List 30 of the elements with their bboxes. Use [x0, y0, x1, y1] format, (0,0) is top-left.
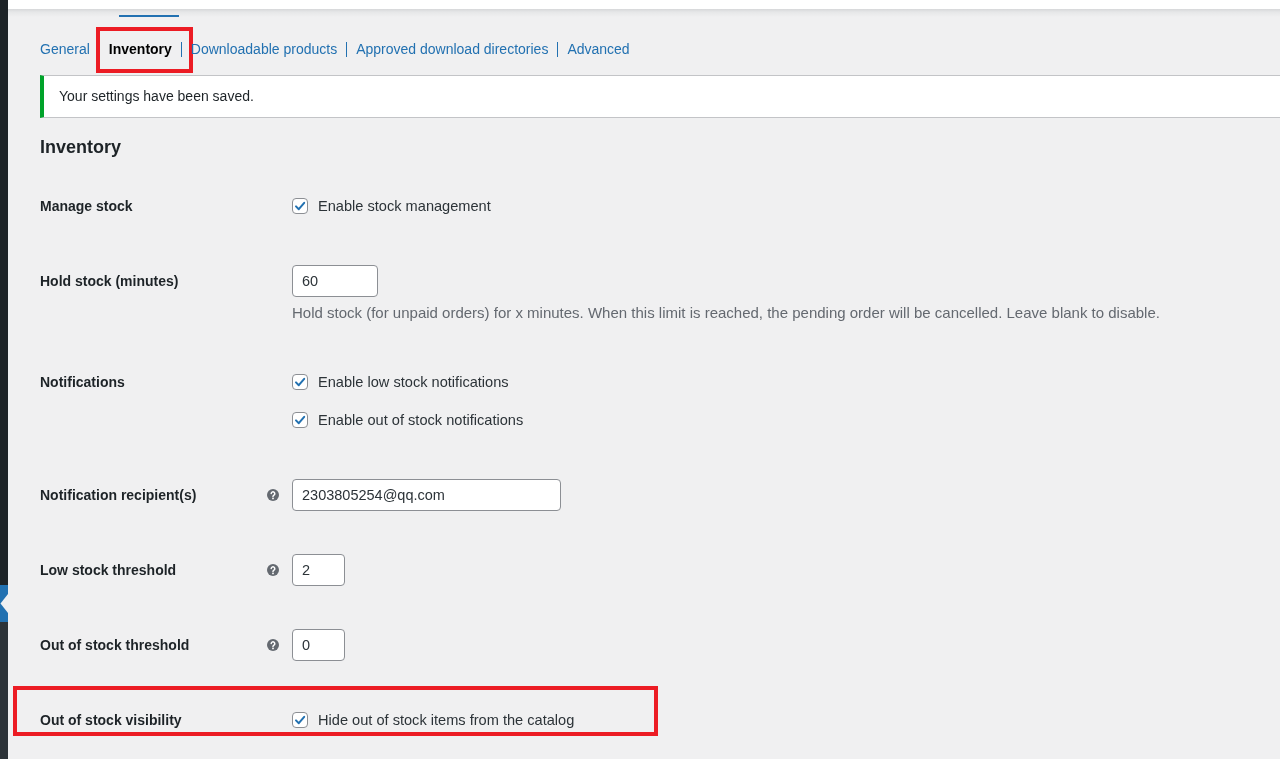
checkbox[interactable] [292, 198, 308, 214]
field-label: Manage stock [40, 198, 133, 214]
checkbox-label: Enable stock management [318, 198, 491, 214]
text-input[interactable]: 2303805254@qq.com [292, 479, 561, 511]
field-label: Low stock threshold [40, 562, 177, 578]
field-label: Out of stock threshold [40, 637, 190, 653]
help-icon[interactable] [267, 639, 279, 651]
text-input[interactable]: 2 [292, 554, 345, 586]
text-input[interactable]: 0 [292, 629, 345, 661]
settings-tab[interactable]: General [40, 40, 90, 58]
settings-tab[interactable]: Approved download directories [356, 40, 549, 58]
section-heading: Inventory [40, 136, 123, 159]
checkbox-label: Enable low stock notifications [318, 374, 509, 390]
notice-message: Your settings have been saved. [59, 88, 254, 104]
help-icon[interactable] [267, 489, 279, 501]
active-tab-indicator [119, 15, 179, 17]
field-label: Out of stock visibility [40, 712, 182, 728]
settings-tab[interactable]: Inventory [108, 40, 172, 58]
checkbox-label: Enable out of stock notifications [318, 412, 524, 428]
help-icon[interactable] [267, 564, 279, 576]
text-input[interactable]: 60 [292, 265, 378, 297]
checkbox[interactable] [292, 712, 308, 728]
field-label: Notifications [40, 374, 125, 390]
field-label: Notification recipient(s) [40, 487, 197, 503]
field-label: Hold stock (minutes) [40, 273, 179, 289]
field-description: Hold stock (for unpaid orders) for x minutes. When this limit is reached, the pending order will be cancelled. Leave blank to disable. [292, 303, 1160, 323]
checkbox[interactable] [292, 374, 308, 390]
checkbox-label: Hide out of stock items from the catalog [318, 712, 575, 728]
settings-tab[interactable]: Advanced [567, 40, 630, 58]
checkbox[interactable] [292, 412, 308, 428]
